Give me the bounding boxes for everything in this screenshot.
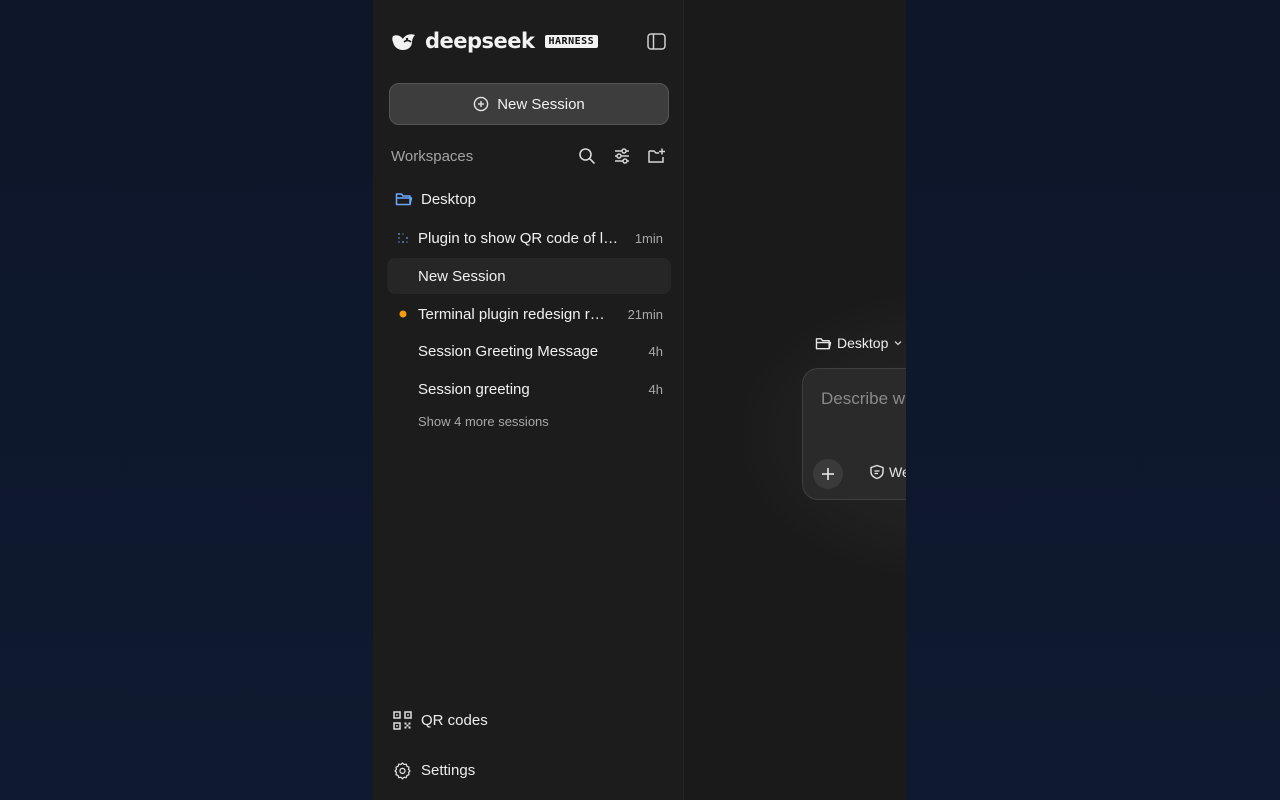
session-item[interactable]: Terminal plugin redesign r… 21min: [387, 296, 671, 332]
plus-circle-icon: [473, 96, 489, 112]
session-time: 4h: [648, 343, 663, 359]
sidebar-toggle-button[interactable]: [645, 30, 667, 52]
brand: deepseek HARNESS: [391, 28, 599, 54]
qr-code-icon: [393, 710, 412, 730]
show-more-sessions-link[interactable]: Show 4 more sessions: [418, 414, 549, 429]
folder-icon: [815, 337, 832, 349]
loading-spinner-icon: [397, 232, 409, 244]
settings-label: Settings: [421, 761, 476, 779]
add-workspace-button[interactable]: [646, 146, 667, 167]
prompt-input-placeholder[interactable]: Describe w: [821, 389, 905, 409]
whale-logo-icon: [392, 34, 415, 50]
sliders-icon: [614, 148, 629, 164]
session-title: Session Greeting Message: [418, 342, 599, 360]
session-item[interactable]: Session Greeting Message 4h: [387, 333, 671, 369]
workspace-picker[interactable]: Desktop: [815, 334, 903, 352]
workspace-folder-desktop[interactable]: Desktop: [395, 188, 476, 210]
session-time: 21min: [627, 306, 663, 322]
session-item[interactable]: Plugin to show QR code of l… 1min: [387, 220, 671, 256]
brand-badge: HARNESS: [544, 34, 599, 48]
qr-codes-button[interactable]: QR codes: [393, 708, 488, 732]
plus-icon: [822, 468, 834, 480]
search-icon: [578, 148, 595, 164]
session-title: Terminal plugin redesign r…: [418, 305, 605, 323]
unread-dot-icon: [397, 310, 409, 318]
sidebar-toggle-icon: [646, 32, 666, 50]
session-time: 1min: [634, 230, 663, 246]
session-time: 4h: [648, 381, 663, 397]
session-item-active[interactable]: New Session: [387, 258, 671, 294]
folder-icon: [395, 193, 413, 206]
brand-name: deepseek: [425, 29, 535, 53]
shield-icon: [870, 464, 884, 480]
workspaces-label: Workspaces: [391, 147, 474, 165]
qr-codes-label: QR codes: [421, 711, 488, 729]
workspace-picker-label: Desktop: [837, 335, 889, 351]
prompt-composer[interactable]: Describe w We: [802, 368, 906, 500]
new-session-button[interactable]: New Session: [389, 83, 669, 125]
folder-name: Desktop: [421, 190, 477, 208]
workspaces-tools: [576, 146, 667, 167]
gear-icon: [394, 761, 411, 779]
settings-button[interactable]: Settings: [393, 758, 475, 782]
app-window: deepseek HARNESS New Session Workspaces: [373, 0, 906, 800]
permission-mode-button[interactable]: We: [869, 464, 906, 480]
attach-button[interactable]: [813, 459, 843, 489]
permission-mode-label: We: [889, 464, 906, 480]
session-title: New Session: [418, 267, 506, 285]
chevron-down-icon: [894, 341, 902, 346]
session-item[interactable]: Session greeting 4h: [387, 371, 671, 407]
main-panel: Desktop Describe w We: [684, 0, 906, 800]
workspaces-header: Workspaces: [391, 144, 667, 168]
new-session-label: New Session: [497, 95, 585, 113]
session-title: Session greeting: [418, 380, 530, 398]
folder-plus-icon: [648, 148, 665, 163]
search-workspaces-button[interactable]: [576, 146, 597, 167]
sidebar: deepseek HARNESS New Session Workspaces: [373, 0, 684, 800]
filter-workspaces-button[interactable]: [611, 146, 632, 167]
session-title: Plugin to show QR code of l…: [418, 229, 619, 247]
